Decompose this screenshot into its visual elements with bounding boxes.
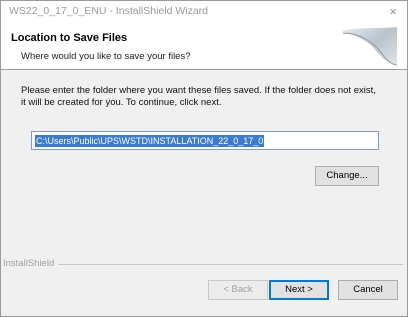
back-button[interactable]: < Back (208, 280, 268, 300)
change-button[interactable]: Change... (315, 166, 379, 186)
page-subtitle: Where would you like to save your files? (21, 51, 191, 62)
installshield-art-icon (341, 27, 398, 66)
installshield-wizard-window: WS22_0_17_0_ENU - InstallShield Wizard ×… (0, 0, 408, 317)
wizard-header: Location to Save Files Where would you l… (1, 23, 407, 70)
save-location-value: C:\Users\Public\UPS\WSTD\INSTALLATION_22… (35, 135, 265, 147)
close-icon[interactable]: × (383, 3, 403, 21)
title-bar[interactable]: WS22_0_17_0_ENU - InstallShield Wizard × (1, 1, 407, 23)
footer-divider (3, 264, 403, 265)
cancel-button[interactable]: Cancel (338, 280, 398, 300)
next-button[interactable]: Next > (269, 280, 329, 300)
installshield-label: InstallShield (3, 258, 59, 269)
window-title: WS22_0_17_0_ENU - InstallShield Wizard (9, 5, 209, 17)
save-location-input[interactable]: C:\Users\Public\UPS\WSTD\INSTALLATION_22… (31, 131, 379, 150)
page-title: Location to Save Files (11, 32, 128, 44)
instruction-text: Please enter the folder where you want t… (21, 85, 376, 108)
